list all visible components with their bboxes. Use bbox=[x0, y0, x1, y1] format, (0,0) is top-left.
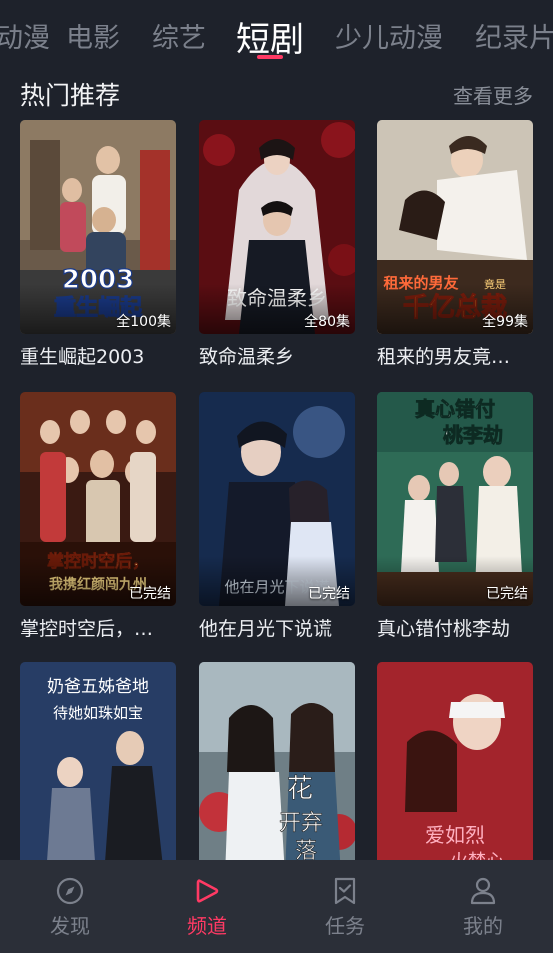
nav-tasks[interactable]: 任务 bbox=[305, 876, 385, 939]
drama-title[interactable]: 重生崛起2003 bbox=[20, 342, 176, 369]
drama-poster[interactable]: 真心错付 桃李劫 已完结 bbox=[377, 392, 533, 606]
episode-badge: 全99集 bbox=[482, 314, 528, 330]
nav-discover-label: 发现 bbox=[50, 914, 90, 938]
active-tab-indicator bbox=[257, 55, 283, 59]
poster-art-burning-love: 爱如烈 火焚心 bbox=[377, 662, 533, 860]
drama-poster[interactable]: 奶爸五姊爸地 待她如珠如宝 bbox=[20, 662, 176, 860]
svg-text:奶爸五姊爸地: 奶爸五姊爸地 bbox=[47, 677, 149, 697]
drama-poster[interactable]: 掌控时空后， 我携红颜闯九州 已完结 bbox=[20, 392, 176, 606]
nav-mine-label: 我的 bbox=[463, 914, 503, 938]
drama-poster[interactable]: 花 开弃 落 bbox=[199, 662, 355, 860]
drama-poster[interactable]: 他在月光下说谎 已完结 bbox=[199, 392, 355, 606]
nav-mine[interactable]: 我的 bbox=[443, 876, 523, 939]
episode-badge: 已完结 bbox=[129, 586, 171, 602]
drama-poster[interactable]: 爱如烈 火焚心 bbox=[377, 662, 533, 860]
category-tabs: 动漫 电影 综艺 短剧 少儿动漫 纪录片 bbox=[0, 0, 553, 70]
drama-title[interactable]: 致命温柔乡 bbox=[199, 342, 355, 369]
drama-card[interactable]: 花 开弃 落 bbox=[199, 662, 355, 860]
drama-title[interactable]: 租来的男友竟… bbox=[377, 342, 533, 369]
drama-card[interactable]: 掌控时空后， 我携红颜闯九州 已完结 掌控时空后，… bbox=[20, 392, 176, 641]
drama-poster[interactable]: 致命温柔乡 全80集 bbox=[199, 120, 355, 334]
nav-tasks-label: 任务 bbox=[325, 914, 365, 938]
svg-text:花: 花 bbox=[287, 774, 313, 804]
svg-text:待她如珠如宝: 待她如珠如宝 bbox=[53, 704, 143, 722]
nav-discover[interactable]: 发现 bbox=[30, 876, 110, 939]
episode-badge: 全80集 bbox=[304, 314, 350, 330]
compass-icon bbox=[56, 877, 84, 905]
play-icon bbox=[196, 879, 219, 903]
tab-short-drama[interactable]: 短剧 bbox=[236, 12, 304, 61]
svg-text:落: 落 bbox=[295, 839, 317, 860]
svg-text:桃李劫: 桃李劫 bbox=[443, 423, 503, 447]
bottom-nav: 发现 频道 任务 我的 bbox=[0, 860, 553, 953]
tab-kids-anime[interactable]: 少儿动漫 bbox=[335, 16, 443, 55]
episode-badge: 全100集 bbox=[116, 314, 171, 330]
drama-poster[interactable]: 2003 重生崛起 全100集 bbox=[20, 120, 176, 334]
drama-card[interactable]: 致命温柔乡 全80集 致命温柔乡 bbox=[199, 120, 355, 369]
svg-text:真心错付: 真心错付 bbox=[415, 397, 495, 421]
drama-card[interactable]: 他在月光下说谎 已完结 他在月光下说谎 bbox=[199, 392, 355, 641]
poster-art-super-dad: 奶爸五姊爸地 待她如珠如宝 bbox=[20, 662, 176, 860]
drama-poster[interactable]: 租来的男友 竟是 千亿总裁 全99集 bbox=[377, 120, 533, 334]
drama-card[interactable]: 2003 重生崛起 全100集 重生崛起2003 bbox=[20, 120, 176, 369]
tab-variety[interactable]: 综艺 bbox=[152, 16, 206, 55]
drama-card[interactable]: 真心错付 桃李劫 已完结 真心错付桃李劫 bbox=[377, 392, 533, 641]
drama-title[interactable]: 他在月光下说谎 bbox=[199, 614, 355, 641]
drama-card[interactable]: 奶爸五姊爸地 待她如珠如宝 bbox=[20, 662, 176, 860]
section-title: 热门推荐 bbox=[20, 81, 121, 110]
episode-badge: 已完结 bbox=[486, 586, 528, 602]
drama-title[interactable]: 真心错付桃李劫 bbox=[377, 614, 533, 641]
drama-title[interactable]: 掌控时空后，… bbox=[20, 614, 176, 641]
drama-card[interactable]: 租来的男友 竟是 千亿总裁 全99集 租来的男友竟… bbox=[377, 120, 533, 369]
nav-channel[interactable]: 频道 bbox=[167, 876, 247, 939]
bookmark-check-icon bbox=[334, 877, 356, 905]
user-icon bbox=[470, 877, 496, 905]
svg-text:开弃: 开弃 bbox=[279, 811, 323, 836]
drama-card[interactable]: 爱如烈 火焚心 bbox=[377, 662, 533, 860]
nav-channel-label: 频道 bbox=[187, 914, 227, 938]
episode-badge: 已完结 bbox=[308, 586, 350, 602]
view-more-link[interactable]: 查看更多 bbox=[453, 80, 533, 109]
tab-anime[interactable]: 动漫 bbox=[0, 16, 50, 55]
svg-text:火焚心: 火焚心 bbox=[450, 851, 504, 860]
svg-text:爱如烈: 爱如烈 bbox=[425, 823, 485, 847]
tab-documentary[interactable]: 纪录片 bbox=[475, 16, 553, 55]
tab-movie[interactable]: 电影 bbox=[66, 16, 120, 55]
drama-grid: 2003 重生崛起 全100集 重生崛起2003 致命温柔乡 bbox=[0, 120, 553, 860]
poster-art-flowers-bloom: 花 开弃 落 bbox=[199, 662, 355, 860]
